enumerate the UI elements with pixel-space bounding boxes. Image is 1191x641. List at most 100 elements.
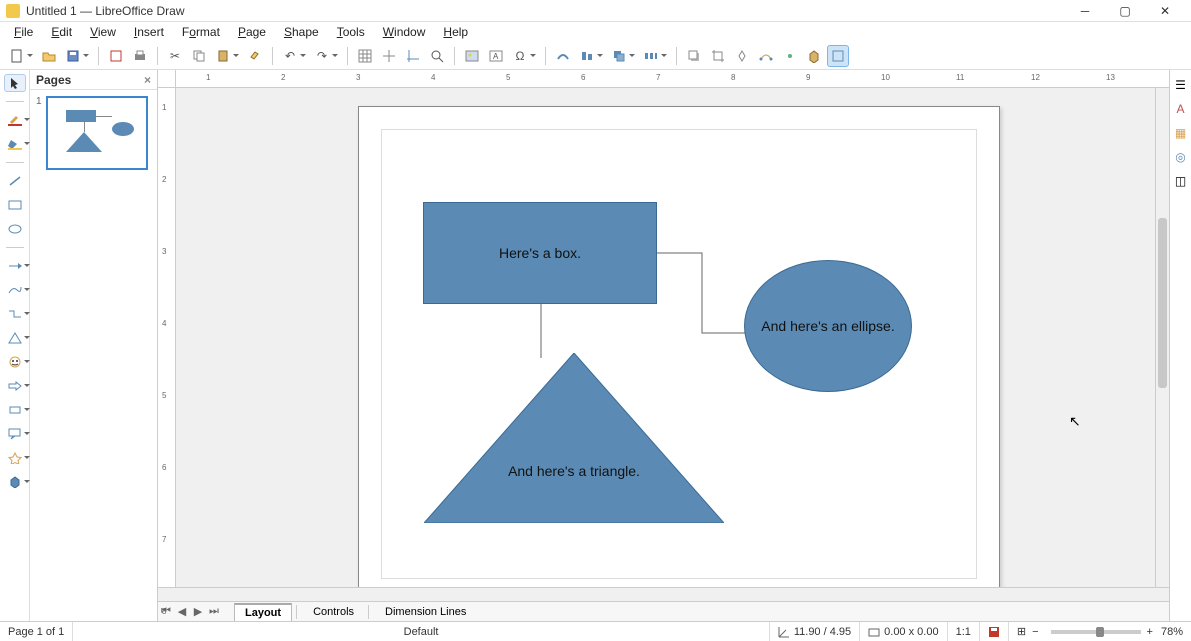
minimize-button[interactable]: ─ xyxy=(1065,0,1105,22)
close-window-button[interactable]: ✕ xyxy=(1145,0,1185,22)
rectangle-text: Here's a box. xyxy=(499,245,581,261)
menu-page[interactable]: Page xyxy=(230,23,274,41)
new-button[interactable] xyxy=(6,45,28,67)
curves-tool[interactable] xyxy=(4,281,26,299)
callout-tool[interactable] xyxy=(4,425,26,443)
maximize-button[interactable]: ▢ xyxy=(1105,0,1145,22)
fontwork-button[interactable] xyxy=(552,45,574,67)
extrusion-button[interactable] xyxy=(803,45,825,67)
sidebar-gallery-icon[interactable]: ▦ xyxy=(1175,126,1186,140)
ellipse-tool[interactable] xyxy=(4,220,26,238)
grid-button[interactable] xyxy=(354,45,376,67)
arrows-tool[interactable] xyxy=(4,257,26,275)
guides-button[interactable] xyxy=(402,45,424,67)
rectangle-tool[interactable] xyxy=(4,196,26,214)
tab-nav-last[interactable]: ⏭ xyxy=(206,605,222,618)
sidebar-properties-icon[interactable]: ☰ xyxy=(1175,78,1186,92)
sidebar-shapes-icon[interactable]: ◫ xyxy=(1175,174,1186,188)
sidebar-navigator-icon[interactable]: ◎ xyxy=(1175,150,1185,164)
filter-button[interactable] xyxy=(731,45,753,67)
status-page[interactable]: Page 1 of 1 xyxy=(0,622,73,641)
paste-button[interactable] xyxy=(212,45,234,67)
symbol-shapes-tool[interactable] xyxy=(4,353,26,371)
print-button[interactable] xyxy=(129,45,151,67)
triangle-text: And here's a triangle. xyxy=(424,463,724,479)
line-color-tool[interactable] xyxy=(4,111,26,129)
arrange-button[interactable] xyxy=(608,45,630,67)
copy-button[interactable] xyxy=(188,45,210,67)
zoom-level[interactable]: 78% xyxy=(1161,626,1183,638)
3d-objects-tool[interactable] xyxy=(4,473,26,491)
status-save-indicator-icon[interactable] xyxy=(980,622,1009,641)
tab-controls[interactable]: Controls xyxy=(303,604,364,620)
vertical-scrollbar[interactable] xyxy=(1155,88,1169,587)
tab-dimension-lines[interactable]: Dimension Lines xyxy=(375,604,476,620)
points-button[interactable] xyxy=(755,45,777,67)
zoom-in-button[interactable]: + xyxy=(1147,626,1153,638)
clone-format-button[interactable] xyxy=(244,45,266,67)
export-pdf-button[interactable] xyxy=(105,45,127,67)
tab-nav-next[interactable]: ▶ xyxy=(190,605,206,618)
status-scale[interactable]: 1:1 xyxy=(948,622,980,641)
drawing-viewport[interactable]: Here's a box. And here's an ellipse. And… xyxy=(176,88,1155,587)
standard-toolbar: ✂ ↶ ↷ A Ω xyxy=(0,42,1191,70)
status-style[interactable]: Default xyxy=(73,622,770,641)
zoom-slider[interactable] xyxy=(1051,630,1141,634)
fit-page-icon[interactable]: ⊞ xyxy=(1017,625,1026,638)
connector-rect-to-ellipse[interactable] xyxy=(656,252,748,334)
pages-panel-body: 1 xyxy=(30,90,157,621)
align-objects-button[interactable] xyxy=(576,45,598,67)
crop-button[interactable] xyxy=(707,45,729,67)
app-icon xyxy=(6,4,20,18)
page-thumbnail[interactable] xyxy=(46,96,148,170)
menu-shape[interactable]: Shape xyxy=(276,23,327,41)
zoom-button[interactable] xyxy=(426,45,448,67)
line-tool[interactable] xyxy=(4,172,26,190)
triangle-shape[interactable] xyxy=(424,353,724,523)
horizontal-scrollbar[interactable] xyxy=(158,587,1169,601)
main-area: Pages × 1 12345678910111213 12345678 xyxy=(0,70,1191,621)
menu-tools[interactable]: Tools xyxy=(329,23,373,41)
rectangle-shape[interactable]: Here's a box. xyxy=(423,202,657,304)
ellipse-shape[interactable]: And here's an ellipse. xyxy=(744,260,912,392)
menu-file[interactable]: File xyxy=(6,23,41,41)
status-bar: Page 1 of 1 Default 11.90 / 4.95 0.00 x … xyxy=(0,621,1191,641)
tab-nav-prev[interactable]: ◀ xyxy=(174,605,190,618)
distribute-button[interactable] xyxy=(640,45,662,67)
sidebar-styles-icon[interactable]: A xyxy=(1176,102,1184,116)
shadow-button[interactable] xyxy=(683,45,705,67)
insert-textbox-button[interactable]: A xyxy=(485,45,507,67)
tab-layout[interactable]: Layout xyxy=(234,603,292,621)
save-button[interactable] xyxy=(62,45,84,67)
pages-panel-title: Pages xyxy=(36,73,71,87)
draw-functions-button[interactable] xyxy=(827,45,849,67)
redo-button[interactable]: ↷ xyxy=(311,45,333,67)
menu-insert[interactable]: Insert xyxy=(126,23,172,41)
insert-special-char-button[interactable]: Ω xyxy=(509,45,531,67)
snap-button[interactable] xyxy=(378,45,400,67)
connector-rect-to-triangle[interactable] xyxy=(539,303,543,358)
undo-button[interactable]: ↶ xyxy=(279,45,301,67)
insert-image-button[interactable] xyxy=(461,45,483,67)
toolbar-separator xyxy=(454,47,455,65)
zoom-out-button[interactable]: − xyxy=(1032,626,1038,638)
horizontal-ruler[interactable]: 12345678910111213 xyxy=(158,70,1169,88)
fill-color-tool[interactable] xyxy=(4,135,26,153)
connectors-tool[interactable] xyxy=(4,305,26,323)
cut-button[interactable]: ✂ xyxy=(164,45,186,67)
gluepoints-button[interactable] xyxy=(779,45,801,67)
pages-panel-close-icon[interactable]: × xyxy=(144,73,151,87)
menu-format[interactable]: Format xyxy=(174,23,228,41)
menu-window[interactable]: Window xyxy=(375,23,434,41)
menu-help[interactable]: Help xyxy=(435,23,476,41)
menu-edit[interactable]: Edit xyxy=(43,23,80,41)
basic-shapes-tool[interactable] xyxy=(4,329,26,347)
select-tool[interactable] xyxy=(4,74,26,92)
flowchart-tool[interactable] xyxy=(4,401,26,419)
toolbar-separator xyxy=(157,47,158,65)
vertical-ruler[interactable]: 12345678 xyxy=(158,88,176,587)
stars-tool[interactable] xyxy=(4,449,26,467)
block-arrows-tool[interactable] xyxy=(4,377,26,395)
open-button[interactable] xyxy=(38,45,60,67)
menu-view[interactable]: View xyxy=(82,23,124,41)
